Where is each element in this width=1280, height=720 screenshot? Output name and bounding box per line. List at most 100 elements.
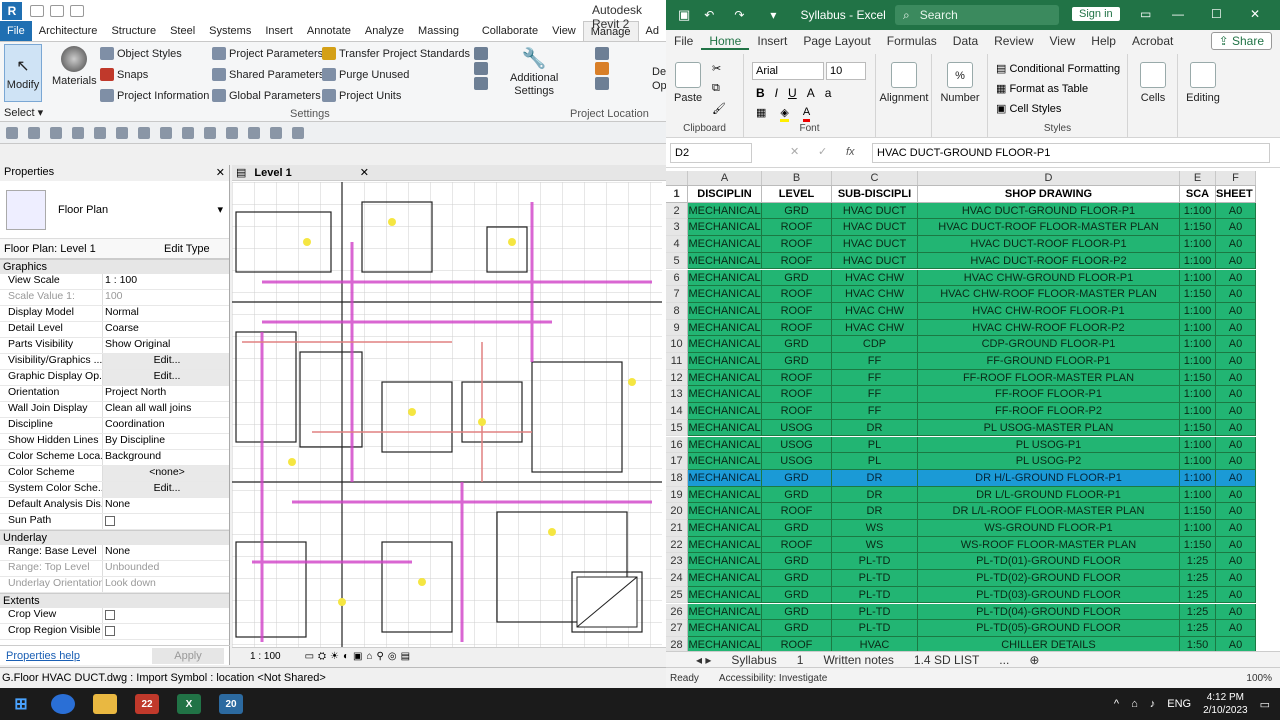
sheet-nav-icon[interactable]: ◂ ▸: [666, 653, 721, 667]
table-cell[interactable]: A0: [1216, 336, 1256, 353]
table-cell[interactable]: ROOF: [762, 302, 832, 320]
font-size-select[interactable]: 10: [826, 62, 866, 80]
property-value[interactable]: Project North: [102, 386, 229, 401]
table-cell[interactable]: MECHANICAL: [688, 252, 762, 270]
table-cell[interactable]: GRD: [762, 520, 832, 537]
table-cell[interactable]: DR H/L-GROUND FLOOR-P1: [918, 469, 1180, 487]
text-icon[interactable]: [204, 126, 216, 139]
table-cell[interactable]: GRD: [762, 269, 832, 287]
format-painter-icon[interactable]: 🖌: [712, 102, 726, 115]
maximize-icon[interactable]: ☐: [1211, 7, 1222, 21]
row-number[interactable]: 5: [666, 252, 688, 270]
close-icon[interactable]: ✕: [1250, 7, 1260, 21]
table-cell[interactable]: HVAC CHW-ROOF FLOOR-P1: [918, 302, 1180, 320]
table-cell[interactable]: PL: [832, 453, 918, 470]
revit-tab-view[interactable]: View: [545, 21, 583, 41]
column-header-f[interactable]: F: [1216, 171, 1256, 185]
view-control-icons[interactable]: ▭⛭☀◐▣⌂⚲◎▤: [305, 651, 414, 662]
table-cell[interactable]: PL USOG-P1: [918, 436, 1180, 454]
instance-selector[interactable]: Floor Plan: Level 1 Edit Type: [0, 239, 229, 259]
table-cell[interactable]: 1:25: [1180, 620, 1216, 637]
table-cell[interactable]: PL-TD(03)-GROUND FLOOR: [918, 586, 1180, 604]
table-cell[interactable]: 1:150: [1180, 503, 1216, 520]
location-icon[interactable]: [595, 47, 609, 60]
column-header-b[interactable]: B: [762, 171, 832, 185]
redo-icon[interactable]: ↷: [734, 8, 744, 22]
row-number[interactable]: 17: [666, 453, 688, 470]
table-cell[interactable]: USOG: [762, 436, 832, 454]
row-number[interactable]: 23: [666, 553, 688, 571]
sync-icon[interactable]: [50, 126, 62, 139]
table-cell[interactable]: A0: [1216, 620, 1256, 637]
additional-settings-button[interactable]: 🔧 Additional Settings: [510, 46, 558, 97]
excel-tab-review[interactable]: Review: [986, 34, 1041, 50]
table-cell[interactable]: USOG: [762, 419, 832, 437]
excel-tab-file[interactable]: File: [666, 34, 701, 50]
table-cell[interactable]: A0: [1216, 353, 1256, 370]
shrink-font-icon[interactable]: a: [825, 86, 832, 100]
settings-icon-1[interactable]: [474, 47, 488, 60]
group-extents[interactable]: Extents: [0, 593, 229, 608]
property-value[interactable]: 1 : 100: [102, 274, 229, 289]
sheet-tab[interactable]: Written notes: [813, 653, 903, 667]
property-value[interactable]: Show Original: [102, 338, 229, 353]
cut-icon[interactable]: ✂: [712, 62, 721, 75]
property-value[interactable]: Edit...: [102, 482, 229, 497]
table-cell[interactable]: A0: [1216, 486, 1256, 504]
property-value[interactable]: None: [102, 545, 229, 560]
modify-button[interactable]: ↖ Modify: [4, 44, 42, 102]
table-cell[interactable]: A0: [1216, 252, 1256, 270]
table-cell[interactable]: MECHANICAL: [688, 236, 762, 253]
table-cell[interactable]: HVAC DUCT: [832, 202, 918, 220]
sheet-tab[interactable]: ...: [989, 653, 1019, 667]
property-value[interactable]: [102, 624, 229, 639]
underline-icon[interactable]: U: [788, 86, 797, 100]
excel-tab-view[interactable]: View: [1042, 34, 1084, 50]
table-cell[interactable]: DR: [832, 486, 918, 504]
language-indicator[interactable]: ENG: [1167, 698, 1191, 710]
property-row[interactable]: Range: Top Level Unbounded: [0, 561, 229, 577]
checkbox[interactable]: [105, 516, 115, 526]
section-icon[interactable]: [248, 126, 260, 139]
revit-logo[interactable]: R: [2, 2, 22, 20]
table-cell[interactable]: MECHANICAL: [688, 503, 762, 520]
materials-button[interactable]: Materials: [52, 46, 97, 87]
copy-icon[interactable]: ⧉: [712, 82, 720, 95]
table-cell[interactable]: MECHANICAL: [688, 286, 762, 303]
table-cell[interactable]: GRD: [762, 586, 832, 604]
revit-tab-systems[interactable]: Systems: [202, 21, 258, 41]
apply-button[interactable]: Apply: [152, 647, 224, 664]
table-cell[interactable]: 1:100: [1180, 520, 1216, 537]
table-cell[interactable]: 1:100: [1180, 469, 1216, 487]
table-cell[interactable]: A0: [1216, 436, 1256, 454]
row-number[interactable]: 1: [666, 186, 688, 203]
table-cell[interactable]: 1:100: [1180, 336, 1216, 353]
property-row[interactable]: Default Analysis Dis... None: [0, 498, 229, 514]
table-cell[interactable]: A0: [1216, 570, 1256, 587]
property-row[interactable]: Crop View: [0, 608, 229, 624]
table-cell[interactable]: A0: [1216, 319, 1256, 337]
property-row[interactable]: Sun Path: [0, 514, 229, 530]
table-cell[interactable]: FF-ROOF FLOOR-P2: [918, 403, 1180, 420]
row-number[interactable]: 14: [666, 403, 688, 420]
accessibility-status[interactable]: Accessibility: Investigate: [719, 673, 827, 684]
header-cell[interactable]: SCA: [1180, 186, 1216, 203]
row-number[interactable]: 21: [666, 520, 688, 537]
row-number[interactable]: 10: [666, 336, 688, 353]
windows-start-icon[interactable]: ⊞: [9, 694, 33, 714]
open-icon[interactable]: [6, 126, 18, 139]
table-cell[interactable]: 1:150: [1180, 419, 1216, 437]
table-cell[interactable]: HVAC DUCT: [832, 219, 918, 237]
table-cell[interactable]: GRD: [762, 603, 832, 621]
table-cell[interactable]: MECHANICAL: [688, 369, 762, 387]
excel-taskbar-icon[interactable]: X: [177, 694, 201, 714]
table-cell[interactable]: 1:150: [1180, 286, 1216, 303]
table-cell[interactable]: WS-ROOF FLOOR-MASTER PLAN: [918, 536, 1180, 554]
network-icon[interactable]: ⌂: [1131, 698, 1138, 710]
paste-button[interactable]: Paste: [674, 62, 702, 104]
chevron-down-icon[interactable]: ▾: [217, 203, 223, 216]
conditional-formatting-button[interactable]: ▤ Conditional Formatting: [996, 62, 1120, 75]
table-cell[interactable]: HVAC CHW-GROUND FLOOR-P1: [918, 269, 1180, 287]
minimize-icon[interactable]: —: [1172, 7, 1184, 21]
table-cell[interactable]: HVAC DUCT-ROOF FLOOR-P1: [918, 236, 1180, 253]
